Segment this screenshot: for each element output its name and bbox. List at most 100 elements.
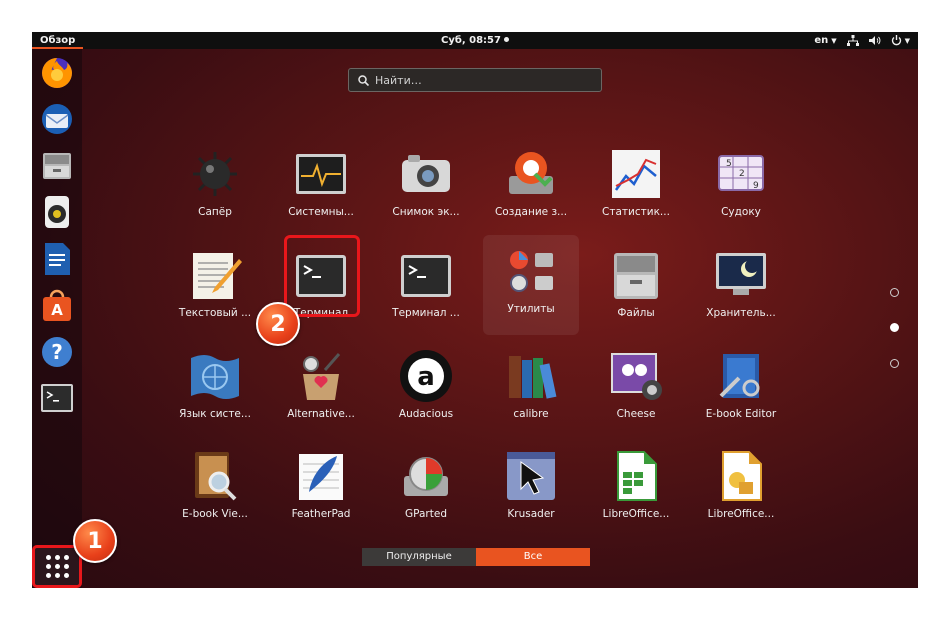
app-label: Cheese (616, 408, 656, 420)
notification-dot-icon (503, 37, 509, 42)
app-statistics[interactable]: Статистик... (588, 138, 684, 234)
chart-icon (612, 150, 660, 198)
dock-help[interactable]: ? (39, 334, 75, 370)
chevron-down-icon: ▼ (904, 36, 910, 45)
app-screenshot[interactable]: Снимок эк... (378, 138, 474, 234)
power-icon (891, 35, 901, 46)
page-indicator-1[interactable] (890, 288, 899, 297)
app-libreoffice-calc[interactable]: LibreOffice... (588, 440, 684, 536)
desktop-overview: Обзор Суб, 08:57 en ▼ ▼ A ? Найти… Сапёр… (32, 32, 918, 588)
search-input[interactable] (375, 73, 585, 87)
svg-text:9: 9 (753, 181, 759, 191)
libreoffice-draw-icon (722, 451, 762, 501)
tab-all[interactable]: Все (476, 548, 590, 566)
dock-terminal[interactable] (39, 380, 75, 416)
help-icon: ? (42, 337, 72, 367)
volume-icon[interactable] (868, 35, 881, 46)
grid-dot-icon (63, 564, 69, 569)
app-audacious[interactable]: a Audacious (378, 340, 474, 436)
app-label: FeatherPad (291, 508, 351, 520)
app-cheese[interactable]: Cheese (588, 340, 684, 436)
dock-firefox[interactable] (39, 55, 75, 91)
app-language-support[interactable]: Язык систе... (167, 340, 263, 436)
app-folder-utilities[interactable]: Утилиты (483, 235, 579, 335)
grid-dot-icon (63, 555, 69, 560)
app-label: Судоку (721, 206, 761, 218)
app-krusader[interactable]: Krusader (483, 440, 579, 536)
file-cabinet-icon (614, 253, 658, 299)
system-monitor-icon (296, 154, 346, 194)
app-label: Терминал ... (392, 307, 460, 319)
step-badge-2: 2 (256, 302, 300, 346)
terminal-icon (41, 384, 73, 412)
app-label: Хранитель... (706, 307, 776, 319)
power-menu[interactable]: ▼ (891, 35, 910, 46)
app-ebook-viewer[interactable]: E-book Vie... (167, 440, 263, 536)
app-system-monitor[interactable]: Системны... (273, 138, 369, 234)
dock: A ? (32, 49, 82, 588)
dock-software[interactable]: A (39, 287, 75, 323)
app-mines[interactable]: Сапёр (167, 138, 263, 234)
app-label: Язык систе... (179, 408, 251, 420)
app-label: E-book Vie... (182, 508, 248, 520)
svg-text:2: 2 (739, 169, 745, 179)
firefox-icon (42, 58, 72, 88)
app-label: LibreOffice... (602, 508, 670, 520)
svg-text:5: 5 (726, 159, 732, 169)
app-label: Сапёр (198, 206, 232, 218)
calibre-icon (509, 356, 557, 399)
gparted-icon (404, 457, 448, 496)
app-ebook-editor[interactable]: E-book Editor (693, 340, 789, 436)
ebook-editor-icon (719, 354, 760, 398)
dock-rhythmbox[interactable] (39, 194, 75, 230)
show-applications-button[interactable] (32, 545, 82, 588)
audacious-icon: a (400, 350, 452, 402)
grid-dot-icon (45, 555, 51, 560)
text-editor-icon (193, 253, 242, 299)
system-tray: en ▼ ▼ (814, 32, 910, 49)
app-label: Alternative... (287, 408, 355, 420)
grid-dot-icon (63, 573, 69, 578)
app-sudoku[interactable]: 5 2 9 Судоку (693, 138, 789, 234)
app-calibre[interactable]: calibre (483, 340, 579, 436)
app-startup-disk[interactable]: Создание з... (483, 138, 579, 234)
grid-dot-icon (54, 573, 60, 578)
app-featherpad[interactable]: FeatherPad (273, 440, 369, 536)
search-box[interactable] (348, 68, 602, 92)
dock-thunderbird[interactable] (39, 101, 75, 137)
clock[interactable]: Суб, 08:57 (32, 32, 918, 49)
ebook-viewer-icon (195, 452, 237, 501)
app-label: Системны... (288, 206, 354, 218)
app-label: LibreOffice... (707, 508, 775, 520)
language-support-icon (191, 355, 239, 399)
libreoffice-writer-icon (45, 243, 70, 275)
network-icon[interactable] (846, 35, 859, 46)
grid-dot-icon (45, 573, 51, 578)
page-indicator-2[interactable] (890, 323, 899, 332)
view-switcher: Популярные Все (362, 548, 590, 566)
tab-frequent[interactable]: Популярные (362, 548, 476, 566)
app-text-editor[interactable]: Текстовый ... (167, 239, 263, 335)
app-libreoffice-draw[interactable]: LibreOffice... (693, 440, 789, 536)
app-terminal-2[interactable]: Терминал ... (378, 239, 474, 335)
terminal-highlight-frame (284, 235, 360, 317)
search-icon (358, 74, 369, 86)
app-label: Файлы (617, 307, 655, 319)
dock-writer[interactable] (39, 241, 75, 277)
alternatives-icon (303, 353, 341, 400)
app-screensaver[interactable]: Хранитель... (693, 239, 789, 335)
dock-files[interactable] (39, 148, 75, 184)
terminal-icon (401, 255, 451, 297)
page-indicator-3[interactable] (890, 359, 899, 368)
grid-dot-icon (45, 564, 51, 569)
clock-label: Суб, 08:57 (441, 35, 501, 46)
language-menu[interactable]: en ▼ (814, 35, 836, 46)
app-gparted[interactable]: GParted (378, 440, 474, 536)
software-center-icon: A (43, 289, 71, 321)
app-alternatives[interactable]: Alternative... (273, 340, 369, 436)
grid-dot-icon (54, 555, 60, 560)
app-label: calibre (513, 408, 549, 420)
app-label: Статистик... (602, 206, 670, 218)
app-label: Текстовый ... (178, 307, 252, 319)
app-files[interactable]: Файлы (588, 239, 684, 335)
